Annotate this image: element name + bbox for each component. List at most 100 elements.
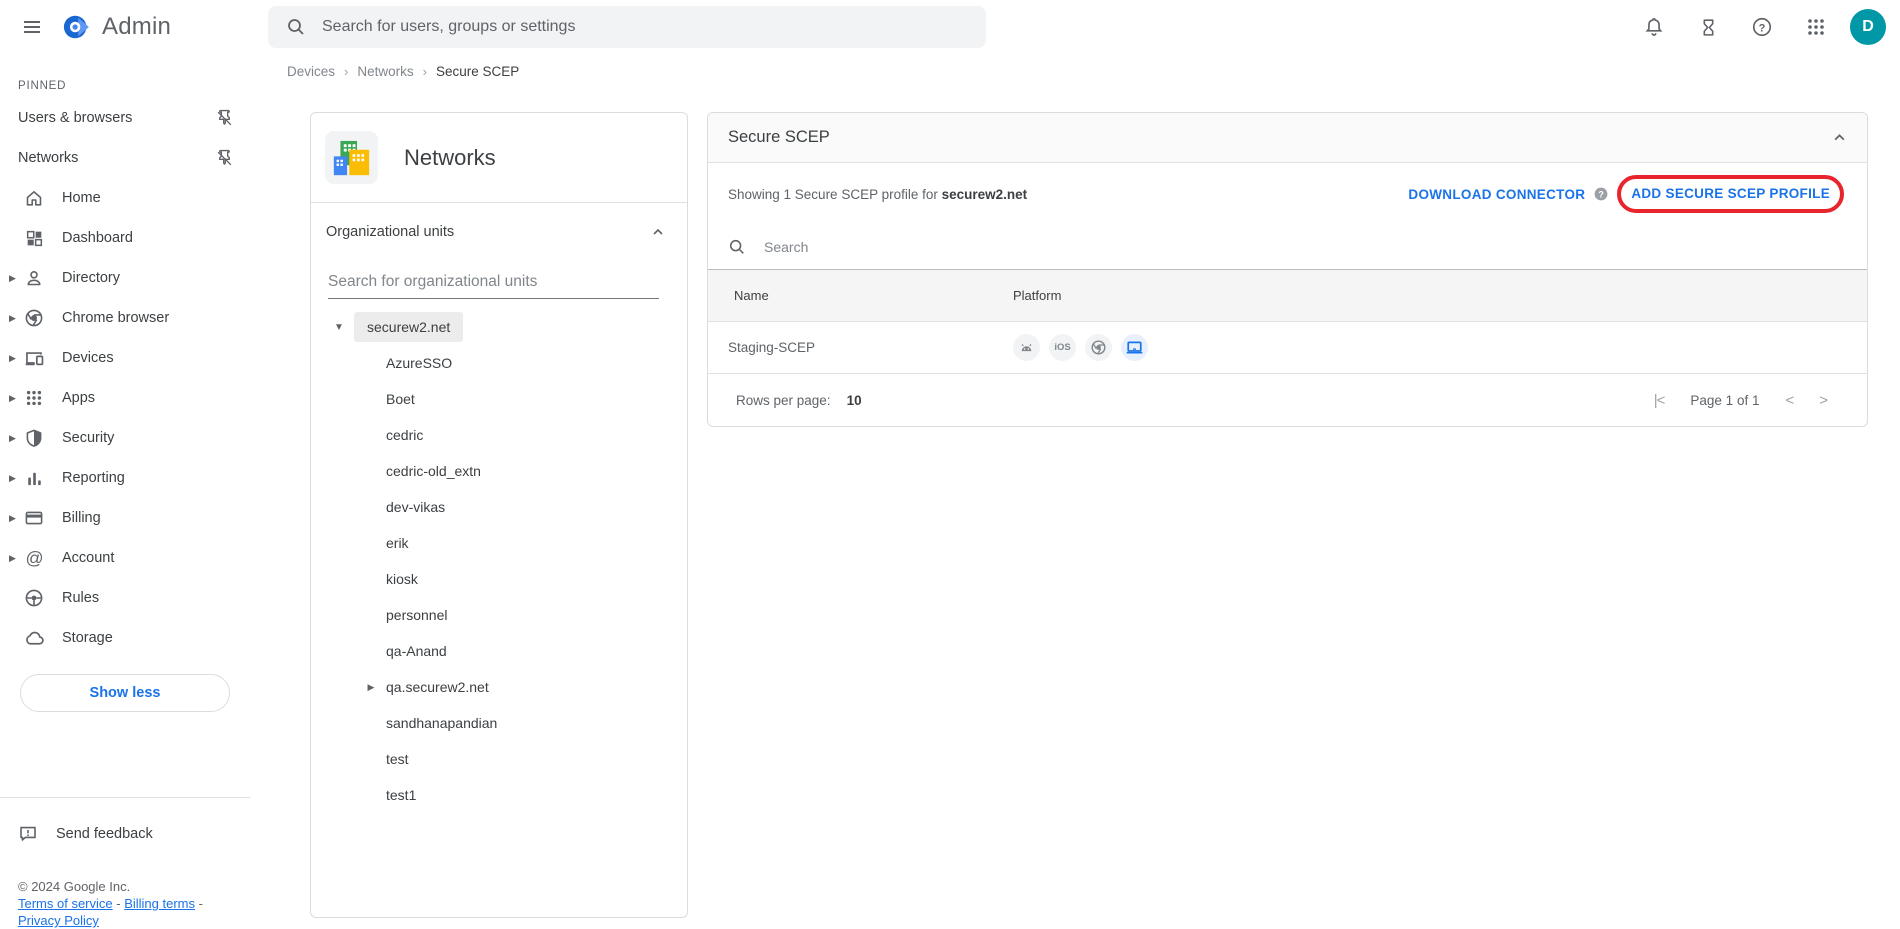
credit-card-icon xyxy=(23,508,45,528)
rows-per-page-value[interactable]: 10 xyxy=(847,393,862,408)
breadcrumb-networks[interactable]: Networks xyxy=(357,64,413,79)
chevron-up-icon[interactable] xyxy=(651,225,665,239)
admin-logo[interactable]: Admin xyxy=(62,12,171,42)
sidebar-item-reporting[interactable]: ▶ Reporting xyxy=(0,458,250,498)
privacy-policy-link[interactable]: Privacy Policy xyxy=(18,913,99,928)
org-units-tree: ▼ securew2.net AzureSSO Boet cedric cedr… xyxy=(311,309,687,813)
networks-panel-title: Networks xyxy=(404,145,496,171)
networks-buildings-icon xyxy=(325,131,378,184)
person-icon xyxy=(23,268,45,288)
org-units-search[interactable] xyxy=(328,269,659,299)
expand-arrow-icon[interactable]: ▶ xyxy=(5,353,20,364)
sidebar-divider xyxy=(0,797,250,798)
notifications-button[interactable] xyxy=(1634,7,1674,47)
tree-root-row[interactable]: ▼ securew2.net xyxy=(311,309,687,345)
table-row[interactable]: Staging-SCEP iOS xyxy=(708,322,1867,374)
organizational-units-section-header[interactable]: Organizational units xyxy=(311,209,687,255)
tree-root-label[interactable]: securew2.net xyxy=(354,312,463,342)
tree-item[interactable]: test xyxy=(311,741,687,777)
apps-icon xyxy=(23,389,45,407)
menu-icon[interactable] xyxy=(8,3,56,51)
tree-item[interactable]: dev-vikas xyxy=(311,489,687,525)
terms-of-service-link[interactable]: Terms of service xyxy=(18,896,113,911)
sidebar-item-billing[interactable]: ▶ Billing xyxy=(0,498,250,538)
dashboard-icon xyxy=(23,229,45,248)
chevron-up-icon[interactable] xyxy=(1832,130,1847,145)
sidebar-item-networks-pinned[interactable]: Networks xyxy=(0,138,250,178)
expand-arrow-icon[interactable]: ▶ xyxy=(5,513,20,524)
profile-name[interactable]: Staging-SCEP xyxy=(708,340,1013,355)
secure-scep-header[interactable]: Secure SCEP xyxy=(708,113,1867,163)
unpin-icon[interactable] xyxy=(215,109,234,128)
column-header-name[interactable]: Name xyxy=(708,288,1013,303)
tasks-button[interactable] xyxy=(1688,7,1728,47)
breadcrumb: Devices › Networks › Secure SCEP xyxy=(287,64,519,79)
global-search-input[interactable] xyxy=(322,18,968,36)
first-page-button[interactable]: |< xyxy=(1654,392,1665,409)
search-icon xyxy=(286,17,306,37)
chrome-platform-icon xyxy=(1085,334,1112,361)
tree-item-expandable[interactable]: ▶ qa.securew2.net xyxy=(311,669,687,705)
org-domain: securew2.net xyxy=(942,187,1028,202)
tree-item[interactable]: kiosk xyxy=(311,561,687,597)
sidebar-item-devices[interactable]: ▶ Devices xyxy=(0,338,250,378)
expand-arrow-icon[interactable]: ▶ xyxy=(5,433,20,444)
chromebook-platform-icon xyxy=(1121,334,1148,361)
expand-arrow-icon[interactable]: ▶ xyxy=(5,273,20,284)
apps-grid-button[interactable] xyxy=(1796,7,1836,47)
sidebar-item-dashboard[interactable]: Dashboard xyxy=(0,218,250,258)
expand-arrow-icon[interactable]: ▶ xyxy=(5,393,20,404)
sidebar-item-apps[interactable]: ▶ Apps xyxy=(0,378,250,418)
brand-name: Admin xyxy=(102,13,171,41)
org-units-search-input[interactable] xyxy=(328,269,659,299)
previous-page-button[interactable]: < xyxy=(1785,392,1793,409)
sidebar-item-home[interactable]: Home xyxy=(0,178,250,218)
showing-profiles-text: Showing 1 Secure SCEP profile for secure… xyxy=(728,187,1027,202)
svg-text:?: ? xyxy=(1759,22,1766,34)
sidebar-item-chrome-browser[interactable]: ▶ Chrome browser xyxy=(0,298,250,338)
help-circle-icon[interactable]: ? xyxy=(1593,186,1609,202)
profiles-search-input[interactable] xyxy=(764,239,1164,255)
sidebar-nav: PINNED Users & browsers Networks Home Da… xyxy=(0,54,250,927)
bell-icon xyxy=(1643,16,1665,38)
global-search[interactable] xyxy=(268,6,986,48)
expand-arrow-icon[interactable]: ▶ xyxy=(5,553,20,564)
tree-item[interactable]: Boet xyxy=(311,381,687,417)
shield-icon xyxy=(23,428,45,448)
hourglass-icon xyxy=(1698,17,1719,38)
sidebar-item-users-browsers[interactable]: Users & browsers xyxy=(0,98,250,138)
tree-item[interactable]: personnel xyxy=(311,597,687,633)
sidebar-item-directory[interactable]: ▶ Directory xyxy=(0,258,250,298)
breadcrumb-devices[interactable]: Devices xyxy=(287,64,335,79)
sidebar-item-storage[interactable]: Storage xyxy=(0,618,250,658)
tree-item[interactable]: test1 xyxy=(311,777,687,813)
tree-item[interactable]: AzureSSO xyxy=(311,345,687,381)
send-feedback-button[interactable]: Send feedback xyxy=(0,812,250,856)
caret-down-icon[interactable]: ▼ xyxy=(329,322,349,333)
sidebar-item-security[interactable]: ▶ Security xyxy=(0,418,250,458)
unpin-icon[interactable] xyxy=(215,149,234,168)
user-avatar[interactable]: D xyxy=(1850,9,1886,45)
breadcrumb-separator: › xyxy=(344,64,348,79)
tree-item[interactable]: cedric-old_extn xyxy=(311,453,687,489)
download-connector-button[interactable]: DOWNLOAD CONNECTOR xyxy=(1408,187,1585,202)
tree-item[interactable]: qa-Anand xyxy=(311,633,687,669)
expand-arrow-icon[interactable]: ▶ xyxy=(5,313,20,324)
tree-item[interactable]: erik xyxy=(311,525,687,561)
column-header-platform[interactable]: Platform xyxy=(1013,288,1061,303)
tree-item[interactable]: cedric xyxy=(311,417,687,453)
next-page-button[interactable]: > xyxy=(1819,392,1827,409)
billing-terms-link[interactable]: Billing terms xyxy=(124,896,195,911)
sidebar-item-rules[interactable]: Rules xyxy=(0,578,250,618)
sidebar-item-account[interactable]: ▶ @ Account xyxy=(0,538,250,578)
add-secure-scep-profile-button[interactable]: ADD SECURE SCEP PROFILE xyxy=(1631,186,1830,201)
copyright: © 2024 Google Inc. xyxy=(18,878,203,895)
tree-item[interactable]: sandhanapandian xyxy=(311,705,687,741)
expand-arrow-icon[interactable]: ▶ xyxy=(5,473,20,484)
show-less-button[interactable]: Show less xyxy=(20,674,230,712)
expand-arrow-icon[interactable]: ▶ xyxy=(361,682,381,693)
help-button[interactable]: ? xyxy=(1742,7,1782,47)
profiles-search[interactable] xyxy=(708,225,1867,270)
table-footer: Rows per page: 10 |< Page 1 of 1 < > xyxy=(708,374,1867,426)
svg-text:?: ? xyxy=(1599,189,1604,199)
